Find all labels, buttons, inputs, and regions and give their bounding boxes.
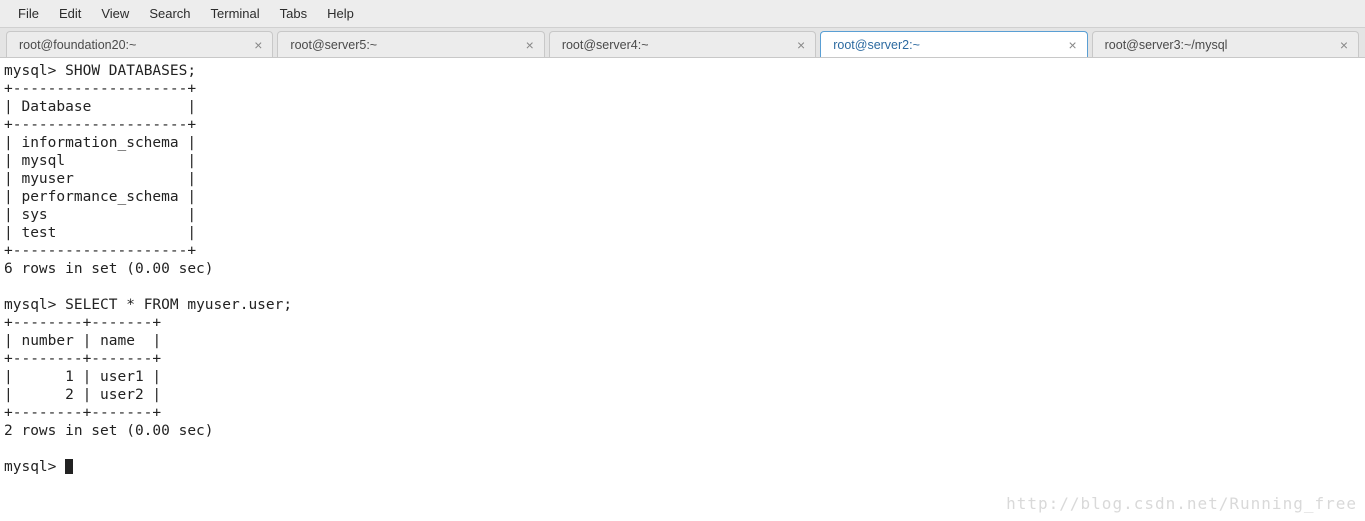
tab-server3[interactable]: root@server3:~/mysql ×	[1092, 31, 1359, 57]
menubar: File Edit View Search Terminal Tabs Help	[0, 0, 1365, 28]
cursor-icon	[65, 459, 73, 474]
db-row: sys	[21, 207, 47, 223]
tab-server4[interactable]: root@server4:~ ×	[549, 31, 816, 57]
col-header: name	[100, 333, 135, 349]
watermark: http://blog.csdn.net/Running_free	[1006, 494, 1357, 513]
tab-label: root@foundation20:~	[19, 38, 136, 52]
db-row: performance_schema	[21, 189, 178, 205]
tab-server5[interactable]: root@server5:~ ×	[277, 31, 544, 57]
prompt: mysql>	[4, 459, 56, 475]
db-row: myuser	[21, 171, 73, 187]
result-footer: 6 rows in set (0.00 sec)	[4, 261, 214, 277]
col-header: number	[21, 333, 73, 349]
tab-label: root@server4:~	[562, 38, 649, 52]
db-row: test	[21, 225, 56, 241]
tab-label: root@server2:~	[833, 38, 920, 52]
close-icon[interactable]: ×	[252, 38, 264, 52]
db-row: mysql	[21, 153, 65, 169]
tab-label: root@server5:~	[290, 38, 377, 52]
result-footer: 2 rows in set (0.00 sec)	[4, 423, 214, 439]
menu-tabs[interactable]: Tabs	[270, 2, 317, 25]
tab-foundation20[interactable]: root@foundation20:~ ×	[6, 31, 273, 57]
cell: 1	[65, 369, 74, 385]
menu-file[interactable]: File	[8, 2, 49, 25]
close-icon[interactable]: ×	[1066, 38, 1078, 52]
cell: user2	[100, 387, 144, 403]
menu-terminal[interactable]: Terminal	[201, 2, 270, 25]
menu-help[interactable]: Help	[317, 2, 364, 25]
menu-view[interactable]: View	[91, 2, 139, 25]
cell: user1	[100, 369, 144, 385]
close-icon[interactable]: ×	[1338, 38, 1350, 52]
col-header: Database	[21, 99, 91, 115]
prompt: mysql>	[4, 63, 56, 79]
query1: SHOW DATABASES;	[65, 63, 196, 79]
db-row: information_schema	[21, 135, 178, 151]
prompt: mysql>	[4, 297, 56, 313]
close-icon[interactable]: ×	[795, 38, 807, 52]
query2: SELECT * FROM myuser.user;	[65, 297, 292, 313]
close-icon[interactable]: ×	[524, 38, 536, 52]
menu-search[interactable]: Search	[139, 2, 200, 25]
menu-edit[interactable]: Edit	[49, 2, 91, 25]
terminal-output[interactable]: mysql> SHOW DATABASES; +----------------…	[0, 58, 1365, 480]
tab-label: root@server3:~/mysql	[1105, 38, 1228, 52]
cell: 2	[65, 387, 74, 403]
tabbar: root@foundation20:~ × root@server5:~ × r…	[0, 28, 1365, 58]
tab-server2[interactable]: root@server2:~ ×	[820, 31, 1087, 57]
